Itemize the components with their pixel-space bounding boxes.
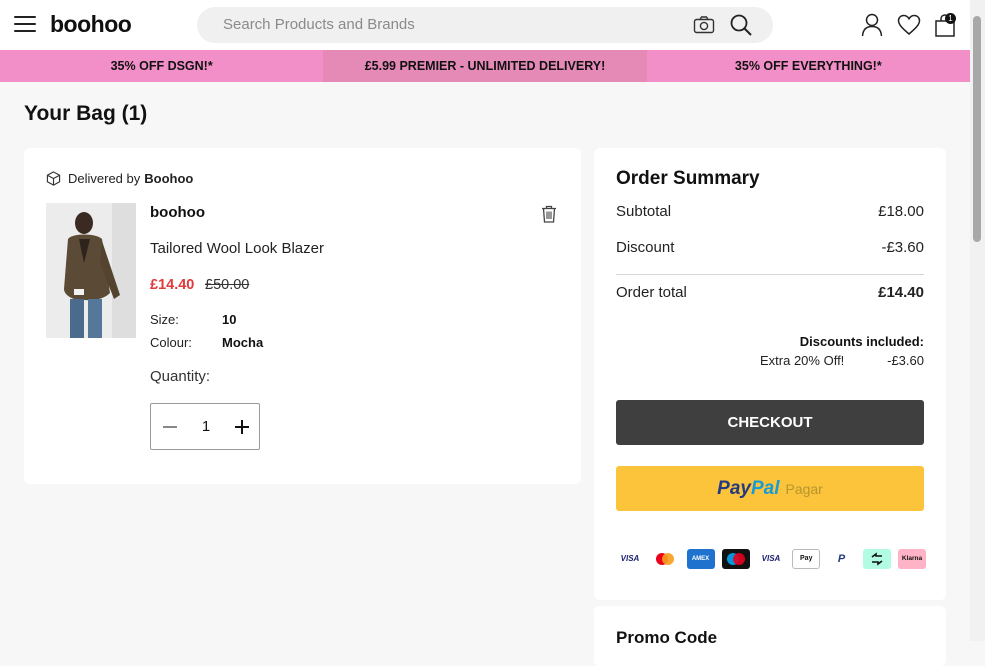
discount-label: Discount [616,239,675,256]
minus-icon [163,426,177,428]
bag-count-badge: 1 [945,13,956,24]
wishlist-heart-icon[interactable] [897,14,921,36]
quantity-stepper: 1 [150,403,260,450]
promo-banner: 35% OFF DSGN!* £5.99 PREMIER - UNLIMITED… [0,50,970,82]
payment-methods: VISA AMEX VISA Pay P Klarna [616,549,926,571]
product-sale-price: £14.40 [150,277,195,293]
promo-premier-link[interactable]: £5.99 PREMIER - UNLIMITED DELIVERY! [323,50,647,82]
order-summary-card: Order Summary Subtotal £18.00 Discount -… [594,148,946,600]
apple-pay-icon: Pay [792,549,821,569]
delete-item-trash-icon[interactable] [541,205,557,223]
mastercard-icon [651,549,680,569]
quantity-value[interactable]: 1 [195,418,217,435]
subtotal-label: Subtotal [616,203,672,220]
page-scrollbar[interactable] [970,0,985,641]
search-icon[interactable] [729,13,753,37]
clearpay-icon [862,549,891,569]
package-icon [46,171,61,186]
product-name[interactable]: Tailored Wool Look Blazer [150,240,324,257]
order-total-row: Order total £14.40 [616,284,924,301]
paypal-logo-pay: Pay [717,478,751,499]
size-label: Size: [150,312,179,327]
paypal-icon: P [827,549,856,569]
account-icon[interactable] [861,13,883,37]
size-value: 10 [222,312,237,327]
visa-electron-icon: VISA [757,549,785,569]
quantity-increase-button[interactable] [227,412,257,442]
paypal-pagar-label: Pagar [785,481,823,497]
discount-value: -£3.60 [881,239,924,256]
discount-name: Extra 20% Off! [760,353,845,368]
discounts-included-label: Discounts included: [799,334,924,349]
delivered-by: Delivered by Boohoo [46,171,193,186]
delivered-by-name: Boohoo [144,171,194,186]
maestro-icon [721,549,750,569]
order-summary-title: Order Summary [616,168,760,189]
visa-icon: VISA [616,549,644,569]
checkout-button[interactable]: CHECKOUT [616,400,924,445]
paypal-button[interactable]: PayPal Pagar [616,466,924,511]
order-total-value: £14.40 [878,284,924,301]
search-bar [197,7,773,43]
page-title: Your Bag (1) [24,102,148,125]
site-header: boohoo 1 [0,0,970,50]
product-original-price: £50.00 [205,277,250,293]
promo-code-card: Promo Code [594,606,946,666]
camera-icon[interactable] [693,15,715,35]
colour-value: Mocha [222,335,264,350]
discount-row: Discount -£3.60 [616,239,924,256]
bag-items-card: Delivered by Boohoo boohoo Tailored Wool… [24,148,581,484]
paypal-logo-pal: Pal [750,478,780,499]
subtotal-value: £18.00 [878,203,924,220]
menu-icon[interactable] [14,16,36,32]
promo-everything-link[interactable]: 35% OFF EVERYTHING!* [647,50,970,82]
product-brand[interactable]: boohoo [150,204,205,221]
bag-button[interactable]: 1 [934,12,958,38]
amex-icon: AMEX [686,549,715,569]
subtotal-row: Subtotal £18.00 [616,203,924,220]
search-input[interactable] [221,15,665,34]
discount-amount: -£3.60 [887,353,924,368]
summary-divider [616,274,924,275]
product-image[interactable] [46,203,136,338]
klarna-icon: Klarna [898,549,926,569]
scrollbar-thumb[interactable] [973,16,981,242]
delivered-by-label: Delivered by [68,171,141,186]
boohoo-logo[interactable]: boohoo [50,11,132,38]
quantity-label: Quantity: [150,368,211,385]
promo-code-title[interactable]: Promo Code [616,628,717,648]
colour-label: Colour: [150,335,192,350]
promo-dsgn-link[interactable]: 35% OFF DSGN!* [0,50,323,82]
order-total-label: Order total [616,284,687,301]
